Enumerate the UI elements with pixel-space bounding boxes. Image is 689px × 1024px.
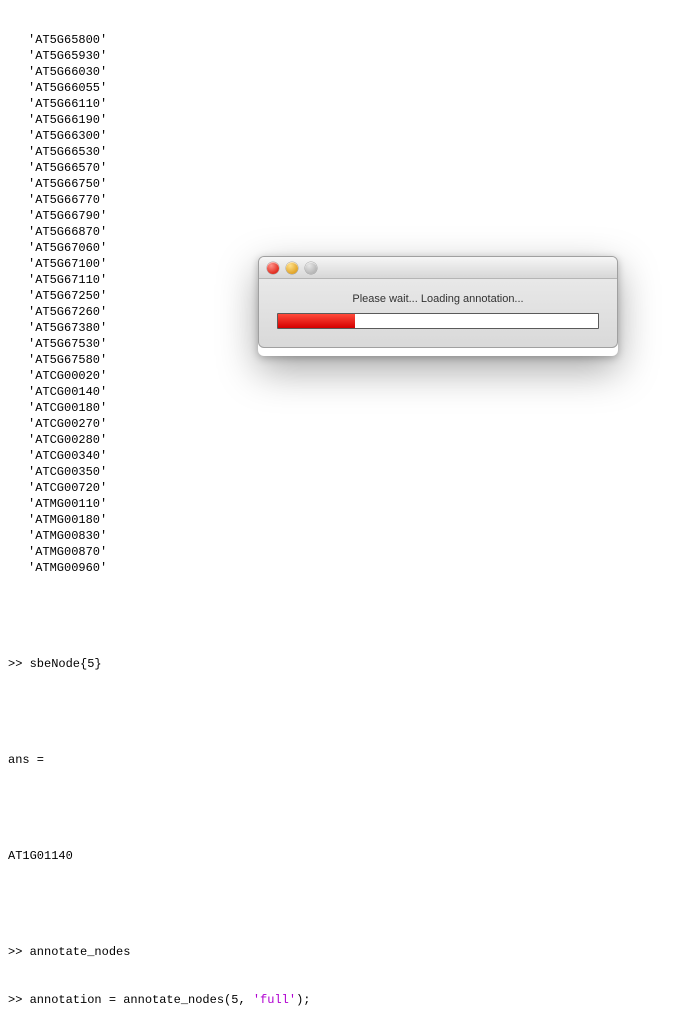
dialog-message: Please wait... Loading annotation... [277, 293, 599, 305]
gene-id: 'AT5G66750' [4, 176, 689, 192]
command-sbenode: >> sbeNode{5} [4, 656, 689, 672]
command-annotate-nodes: >> annotate_nodes [4, 944, 689, 960]
gene-id: 'ATMG00830' [4, 528, 689, 544]
progress-fill [278, 314, 355, 328]
ans-value: AT1G01140 [4, 848, 689, 864]
gene-id: 'ATCG00020' [4, 368, 689, 384]
gene-id: 'AT5G66790' [4, 208, 689, 224]
gene-id: 'AT5G66570' [4, 160, 689, 176]
gene-id: 'ATCG00140' [4, 384, 689, 400]
gene-id: 'AT5G66870' [4, 224, 689, 240]
gene-id: 'ATCG00180' [4, 400, 689, 416]
ans-label: ans = [4, 752, 689, 768]
gene-id: 'ATMG00110' [4, 496, 689, 512]
progress-dialog: Please wait... Loading annotation... [258, 256, 618, 356]
gene-id: 'AT5G65930' [4, 48, 689, 64]
zoom-icon [305, 262, 317, 274]
gene-id: 'AT5G66055' [4, 80, 689, 96]
progress-bar [277, 313, 599, 329]
command-window-output: 'AT5G65800''AT5G65930''AT5G66030''AT5G66… [0, 0, 689, 1024]
gene-id: 'AT5G67060' [4, 240, 689, 256]
gene-id: 'AT5G66300' [4, 128, 689, 144]
command-annotation-assign: >> annotation = annotate_nodes(5, 'full'… [4, 992, 689, 1008]
dialog-titlebar[interactable] [259, 257, 617, 279]
gene-id: 'AT5G66030' [4, 64, 689, 80]
gene-id: 'AT5G66530' [4, 144, 689, 160]
gene-id: 'AT5G66110' [4, 96, 689, 112]
dialog-body: Please wait... Loading annotation... [259, 279, 617, 347]
gene-id: 'ATCG00270' [4, 416, 689, 432]
gene-id: 'AT5G66770' [4, 192, 689, 208]
string-literal-full: 'full' [253, 993, 296, 1007]
gene-id: 'ATCG00280' [4, 432, 689, 448]
gene-id: 'AT5G66190' [4, 112, 689, 128]
gene-id: 'ATCG00340' [4, 448, 689, 464]
gene-id: 'ATCG00720' [4, 480, 689, 496]
minimize-icon[interactable] [286, 262, 298, 274]
gene-id: 'ATMG00180' [4, 512, 689, 528]
gene-id: 'ATMG00960' [4, 560, 689, 576]
close-icon[interactable] [267, 262, 279, 274]
gene-id: 'AT5G65800' [4, 32, 689, 48]
gene-id: 'ATCG00350' [4, 464, 689, 480]
gene-id: 'ATMG00870' [4, 544, 689, 560]
